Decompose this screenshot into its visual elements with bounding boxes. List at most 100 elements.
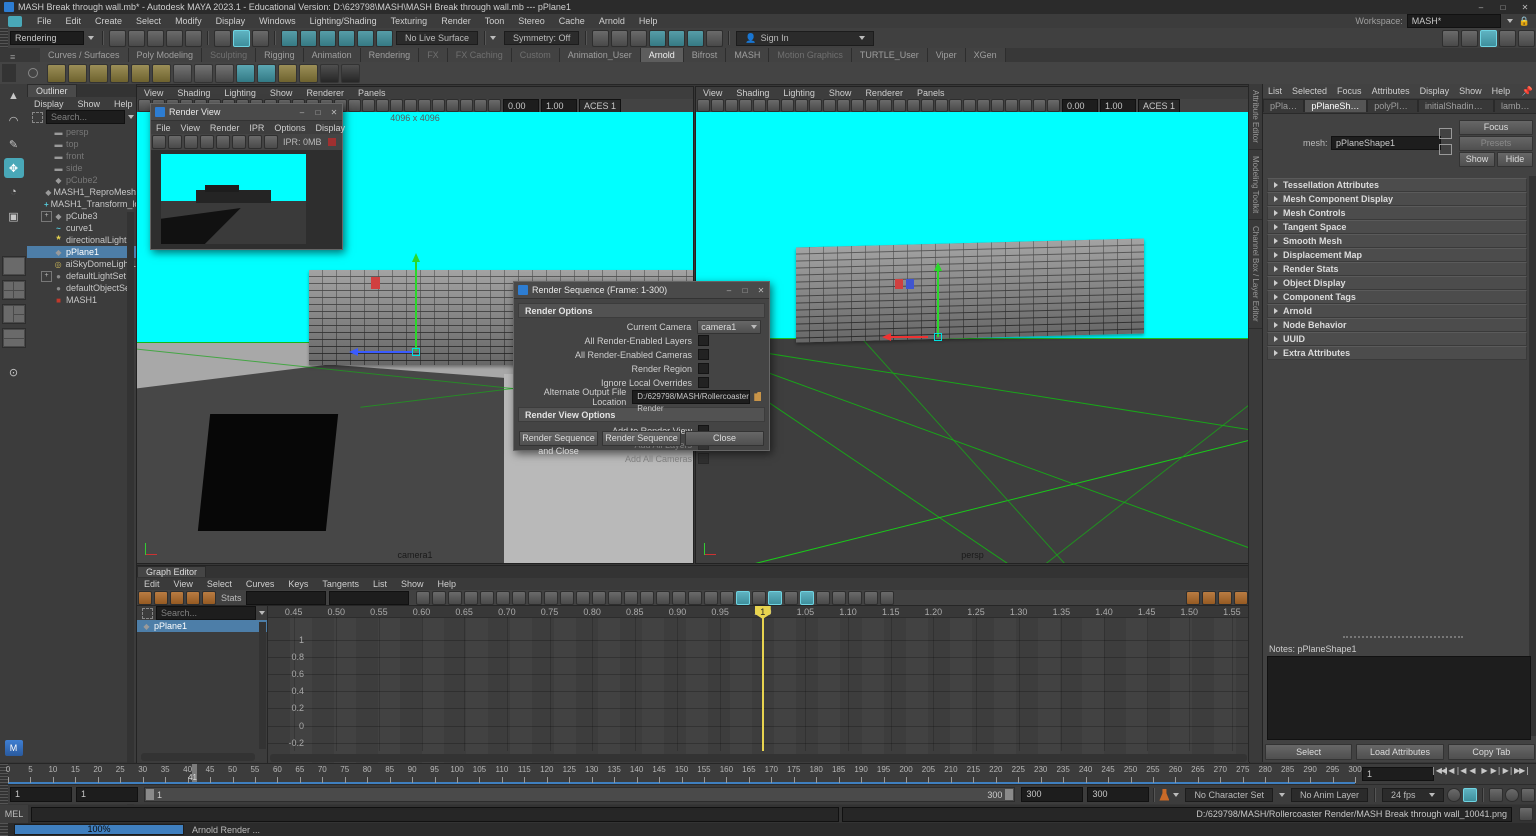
viewport-persp[interactable]: ViewShadingLightingShowRendererPanels 0.… xyxy=(695,86,1250,564)
make-live-icon[interactable] xyxy=(376,30,393,47)
new-scene-icon[interactable] xyxy=(109,30,126,47)
toolbar-icon[interactable] xyxy=(688,591,702,605)
footer-button[interactable]: Copy Tab xyxy=(1448,744,1535,760)
menu-item[interactable]: View xyxy=(696,88,729,98)
menu-item[interactable]: Tangents xyxy=(315,579,366,589)
toolbar-icon[interactable] xyxy=(963,99,976,112)
command-language-toggle[interactable]: MEL xyxy=(0,805,28,823)
zoom-tool[interactable]: ⊙ xyxy=(4,362,24,382)
shelf-tab[interactable]: Sculpting xyxy=(202,48,256,62)
sidebar-vertical-tab[interactable]: Modeling Toolkit xyxy=(1249,150,1262,220)
select-tool-icon[interactable]: ▲ xyxy=(4,86,24,106)
close-button[interactable]: ✕ xyxy=(1514,3,1536,12)
attribute-section-header[interactable]: UUID xyxy=(1267,332,1527,346)
stats-time-field[interactable] xyxy=(246,591,326,605)
toolbar-icon[interactable] xyxy=(1019,99,1032,112)
range-end-handle[interactable] xyxy=(1005,789,1013,800)
attribute-section-header[interactable]: Object Display xyxy=(1267,276,1527,290)
toolbar-icon[interactable] xyxy=(736,591,750,605)
attribute-section-header[interactable]: Arnold xyxy=(1267,304,1527,318)
layout-persp-graph-button[interactable] xyxy=(2,328,26,348)
menu-item[interactable]: Help xyxy=(107,99,140,109)
manipulator-center[interactable] xyxy=(934,333,942,341)
menu-item[interactable]: Help xyxy=(632,16,665,26)
graph-playhead[interactable]: 1 xyxy=(762,606,764,751)
toolbar-icon[interactable] xyxy=(752,591,766,605)
toolbar-icon[interactable] xyxy=(216,135,230,149)
menu-item[interactable]: Toon xyxy=(478,16,512,26)
toolbar-icon[interactable] xyxy=(753,99,766,112)
toolbar-icon[interactable] xyxy=(464,591,478,605)
menu-item[interactable]: Render xyxy=(434,16,478,26)
create-physical-sky-icon[interactable] xyxy=(152,64,171,83)
graph-editor-tab[interactable]: Graph Editor xyxy=(137,566,206,577)
outliner-item[interactable]: pCube2 xyxy=(27,174,136,186)
render-sequence-dialog[interactable]: Render Sequence (Frame: 1-300) – □ ✕ Ren… xyxy=(513,281,770,451)
attribute-section-header[interactable]: Tessellation Attributes xyxy=(1267,178,1527,192)
step-forward-frame-icon[interactable]: ▶❘ xyxy=(1502,766,1514,775)
gamma-field[interactable]: 1.00 xyxy=(541,99,577,113)
outliner-item[interactable]: top xyxy=(27,138,136,150)
menu-item[interactable]: View xyxy=(137,88,170,98)
toolbar-icon[interactable] xyxy=(720,591,734,605)
toolbar-icon[interactable] xyxy=(376,99,389,112)
toolbar-icon[interactable] xyxy=(672,591,686,605)
menu-item[interactable]: Selected xyxy=(1287,86,1332,96)
exposure-field[interactable]: 0.00 xyxy=(1062,99,1098,113)
toolbar-icon[interactable] xyxy=(837,99,850,112)
toolbar-icon[interactable] xyxy=(390,99,403,112)
render-current-frame-icon[interactable] xyxy=(649,30,666,47)
snap-curve-icon[interactable] xyxy=(300,30,317,47)
snap-view-plane-icon[interactable] xyxy=(357,30,374,47)
toolbar-icon[interactable] xyxy=(816,591,830,605)
toolbar-icon[interactable] xyxy=(781,99,794,112)
shelf-grip[interactable] xyxy=(2,64,16,82)
sidebar-vertical-tab[interactable]: Channel Box / Layer Editor xyxy=(1249,220,1262,329)
menu-item[interactable]: Display xyxy=(310,123,350,133)
channel-box-toggle-icon[interactable] xyxy=(1518,30,1535,47)
create-standin-icon[interactable] xyxy=(173,64,192,83)
menu-item[interactable]: Windows xyxy=(252,16,303,26)
attribute-section-header[interactable]: Node Behavior xyxy=(1267,318,1527,332)
shelf-tab[interactable]: Motion Graphics xyxy=(769,48,852,62)
toolbar-icon[interactable] xyxy=(168,135,182,149)
toolbar-icon[interactable] xyxy=(1033,99,1046,112)
workspace-lock-icon[interactable]: 🔒 xyxy=(1519,16,1530,27)
menu-item[interactable]: Display xyxy=(1415,86,1455,96)
pin-icon[interactable]: 📌 xyxy=(1522,86,1533,97)
playback-options-icon[interactable] xyxy=(1447,788,1461,802)
toolbar-icon[interactable] xyxy=(823,99,836,112)
no-live-surface-field[interactable]: No Live Surface xyxy=(396,31,478,45)
outliner-search-dropdown-icon[interactable] xyxy=(128,115,134,119)
statusline-grip[interactable] xyxy=(0,28,8,48)
create-mesh-light-icon[interactable] xyxy=(110,64,129,83)
open-render-view-icon[interactable] xyxy=(320,64,339,83)
menu-item[interactable]: Cache xyxy=(552,16,592,26)
attribute-tab[interactable]: initialShadingGroup xyxy=(1418,99,1494,112)
menu-item[interactable]: View xyxy=(176,123,205,133)
toolbar-icon[interactable] xyxy=(865,99,878,112)
toolbar-icon[interactable] xyxy=(496,591,510,605)
sign-in-button[interactable]: 👤 Sign In xyxy=(736,31,874,46)
curve-collector-icon[interactable] xyxy=(215,64,234,83)
menu-item[interactable]: Panels xyxy=(910,88,952,98)
outliner-scrollbar[interactable] xyxy=(127,212,134,832)
menu-item[interactable]: Render xyxy=(205,123,245,133)
shelf-tab[interactable]: Arnold xyxy=(641,48,684,62)
toolbar-icon[interactable] xyxy=(248,135,262,149)
select-object-icon[interactable] xyxy=(233,30,250,47)
dialog-button[interactable]: Close xyxy=(685,431,764,446)
workspace-selector[interactable]: MASH* xyxy=(1407,14,1501,28)
snap-point-icon[interactable] xyxy=(319,30,336,47)
playback-end-field[interactable]: 300 xyxy=(1021,787,1083,802)
menu-item[interactable]: Lighting xyxy=(217,88,263,98)
toolbar-icon[interactable] xyxy=(1186,591,1200,605)
toolbar-icon[interactable] xyxy=(864,591,878,605)
set-key-character-icon[interactable] xyxy=(1159,789,1169,801)
attribute-editor-toggle-icon[interactable] xyxy=(1480,30,1497,47)
toolbar-icon[interactable] xyxy=(202,591,216,605)
script-editor-icon[interactable] xyxy=(1519,807,1533,821)
graph-search-input[interactable]: Search... xyxy=(156,606,256,620)
toolbar-icon[interactable] xyxy=(488,99,501,112)
maximize-button[interactable]: □ xyxy=(310,108,326,117)
